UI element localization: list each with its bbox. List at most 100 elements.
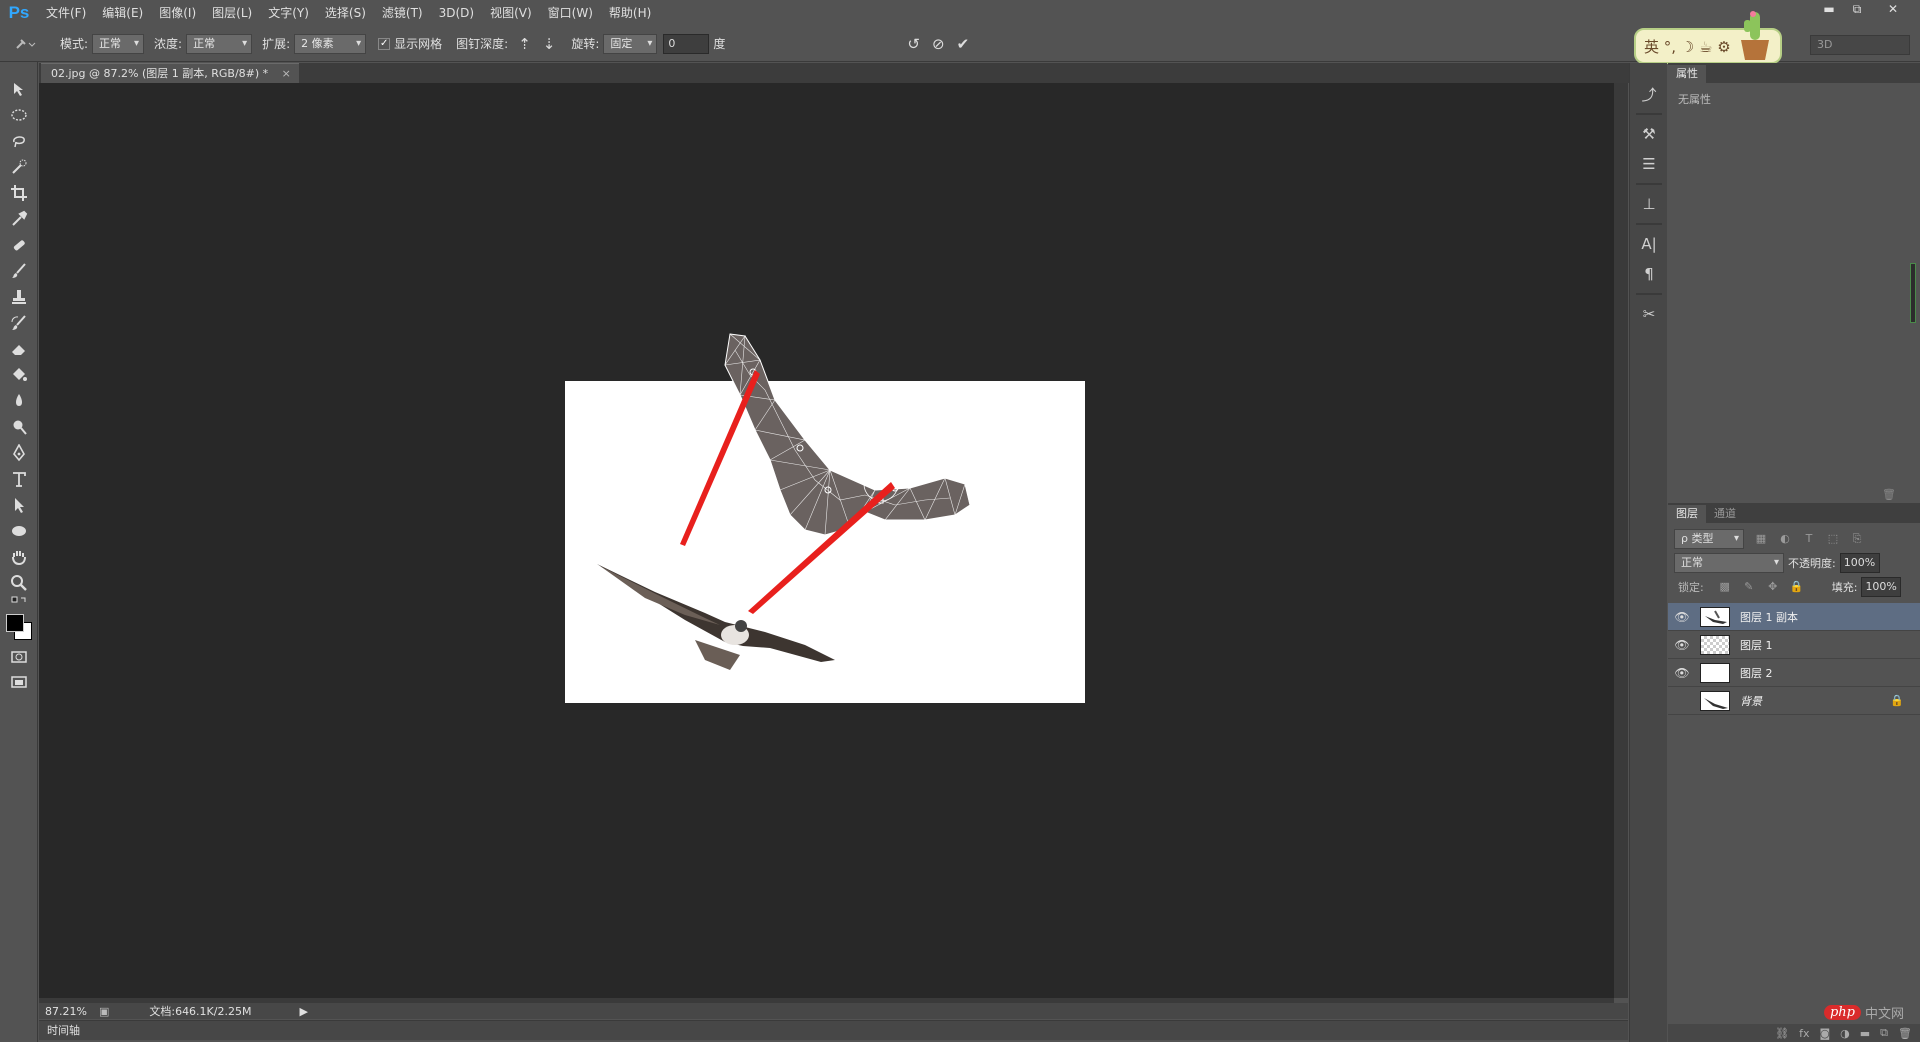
timeline-panel-tab[interactable]: 时间轴 [39, 1020, 1628, 1040]
visibility-eye-icon[interactable]: 👁 [1668, 638, 1696, 652]
eyedropper-tool-icon[interactable] [0, 206, 38, 232]
menu-filter[interactable]: 滤镜(T) [374, 0, 431, 26]
layer-name[interactable]: 图层 2 [1740, 665, 1773, 681]
lock-pixels-icon[interactable]: ✎ [1742, 580, 1756, 594]
brush-tool-icon[interactable] [0, 258, 38, 284]
channels-tab[interactable]: 通道 [1706, 505, 1744, 523]
brush-presets-icon[interactable]: ⚒ [1630, 119, 1668, 149]
menu-type[interactable]: 文字(Y) [260, 0, 317, 26]
dodge-tool-icon[interactable] [0, 414, 38, 440]
healing-brush-tool-icon[interactable] [0, 232, 38, 258]
screen-mode-icon[interactable] [0, 670, 38, 696]
properties-scroll-indicator[interactable] [1910, 263, 1916, 323]
zoom-level[interactable]: 87.21% [45, 1005, 87, 1018]
filter-shape-icon[interactable]: ⬚ [1826, 532, 1840, 546]
trash-icon[interactable]: 🗑 [1898, 1027, 1912, 1040]
color-swatches[interactable] [0, 610, 38, 644]
document-tab[interactable]: 02.jpg @ 87.2% (图层 1 副本, RGB/8#) * × [41, 63, 299, 83]
menu-image[interactable]: 图像(I) [151, 0, 204, 26]
move-tool-icon[interactable] [0, 76, 38, 102]
menu-3d[interactable]: 3D(D) [431, 0, 482, 26]
angle-input[interactable]: 0 [663, 33, 710, 54]
pin-backward-icon[interactable]: ⇣ [543, 35, 556, 53]
status-menu-arrow-icon[interactable]: ▶ [299, 1005, 307, 1018]
tool-presets-icon[interactable]: ✂ [1630, 299, 1668, 329]
vertical-scrollbar[interactable] [1614, 83, 1628, 998]
visibility-toggle-empty[interactable]: ▢ [1668, 694, 1696, 708]
filter-pixel-icon[interactable]: ▦ [1754, 532, 1768, 546]
filter-adjustment-icon[interactable]: ◐ [1778, 532, 1792, 546]
quick-mask-icon[interactable] [0, 644, 38, 670]
link-icon[interactable]: ⛓ [1775, 1027, 1789, 1040]
menu-window[interactable]: 窗口(W) [540, 0, 601, 26]
ellipse-tool-icon[interactable] [0, 518, 38, 544]
visibility-eye-icon[interactable]: 👁 [1668, 610, 1696, 624]
layer-row[interactable]: ▢ 背景 🔒 [1668, 687, 1920, 715]
new-layer-icon[interactable]: ⧉ [1880, 1026, 1888, 1040]
lock-transparency-icon[interactable]: ▩ [1718, 580, 1732, 594]
layer-name[interactable]: 图层 1 副本 [1740, 609, 1798, 625]
ime-toolbar[interactable]: 英 °, ☽ ☕ ⚙ [1634, 11, 1782, 64]
remove-pins-icon[interactable]: ↺ [907, 35, 920, 53]
menu-file[interactable]: 文件(F) [38, 0, 94, 26]
crop-tool-icon[interactable] [0, 180, 38, 206]
layer-name[interactable]: 背景 [1740, 693, 1762, 709]
layer-row[interactable]: 👁 图层 1 [1668, 631, 1920, 659]
puppet-warp-tool-preset-icon[interactable] [0, 36, 50, 52]
paragraph-panel-icon[interactable]: ¶ [1630, 259, 1668, 289]
menu-edit[interactable]: 编辑(E) [94, 0, 151, 26]
menu-layer[interactable]: 图层(L) [204, 0, 260, 26]
swap-colors-icon[interactable] [0, 596, 38, 610]
clone-source-icon[interactable]: ⊥ [1630, 189, 1668, 219]
mask-icon[interactable]: ◙ [1819, 1027, 1830, 1040]
close-tab-icon[interactable]: × [282, 67, 291, 80]
zoom-tool-icon[interactable] [0, 570, 38, 596]
lock-position-icon[interactable]: ✥ [1766, 580, 1780, 594]
marquee-tool-icon[interactable] [0, 102, 38, 128]
history-brush-tool-icon[interactable] [0, 310, 38, 336]
opacity-input[interactable]: 100% [1839, 553, 1880, 573]
menu-view[interactable]: 视图(V) [482, 0, 540, 26]
type-tool-icon[interactable] [0, 466, 38, 492]
rotate-select[interactable]: 固定 [603, 33, 658, 54]
adjustment-icon[interactable]: ◑ [1840, 1027, 1850, 1040]
paint-bucket-tool-icon[interactable] [0, 362, 38, 388]
group-icon[interactable]: ▬ [1860, 1027, 1870, 1040]
expand-select[interactable]: 2 像素 [294, 33, 367, 54]
workspace-select[interactable]: 3D [1810, 35, 1910, 55]
lock-all-icon[interactable]: 🔒 [1790, 580, 1804, 594]
blur-tool-icon[interactable] [0, 388, 38, 414]
blend-mode-select[interactable]: 正常 [1674, 553, 1784, 573]
menu-select[interactable]: 选择(S) [317, 0, 374, 26]
show-mesh-checkbox[interactable]: ✓ [378, 37, 391, 50]
pin-forward-icon[interactable]: ⇡ [518, 35, 531, 53]
clone-stamp-tool-icon[interactable] [0, 284, 38, 310]
cancel-warp-icon[interactable]: ⊘ [932, 35, 945, 53]
lasso-tool-icon[interactable] [0, 128, 38, 154]
pen-tool-icon[interactable] [0, 440, 38, 466]
commit-warp-icon[interactable]: ✔ [957, 35, 970, 53]
layer-name[interactable]: 图层 1 [1740, 637, 1773, 653]
character-panel-icon[interactable]: A| [1630, 229, 1668, 259]
fill-input[interactable]: 100% [1861, 577, 1902, 597]
layer-row[interactable]: 👁 图层 2 [1668, 659, 1920, 687]
status-icon[interactable]: ▣ [99, 1005, 109, 1018]
fx-icon[interactable]: fx [1799, 1027, 1809, 1040]
menu-help[interactable]: 帮助(H) [601, 0, 659, 26]
properties-tab[interactable]: 属性 [1668, 65, 1706, 83]
hand-tool-icon[interactable] [0, 544, 38, 570]
layer-row[interactable]: 👁 图层 1 副本 [1668, 603, 1920, 631]
layer-filter-select[interactable]: ρ 类型 [1674, 529, 1744, 549]
filter-type-icon[interactable]: T [1802, 532, 1816, 546]
history-panel-icon[interactable]: ⤴ [1630, 79, 1668, 109]
minimize-button[interactable]: ▬ [1815, 0, 1843, 18]
density-select[interactable]: 正常 [186, 33, 253, 54]
image-content[interactable] [565, 330, 1085, 703]
restore-button[interactable]: ⧉ [1843, 0, 1871, 18]
quick-select-tool-icon[interactable] [0, 154, 38, 180]
adjustments-panel-icon[interactable]: ☰ [1630, 149, 1668, 179]
eraser-tool-icon[interactable] [0, 336, 38, 362]
visibility-eye-icon[interactable]: 👁 [1668, 666, 1696, 680]
layers-tab[interactable]: 图层 [1668, 505, 1706, 523]
path-selection-tool-icon[interactable] [0, 492, 38, 518]
